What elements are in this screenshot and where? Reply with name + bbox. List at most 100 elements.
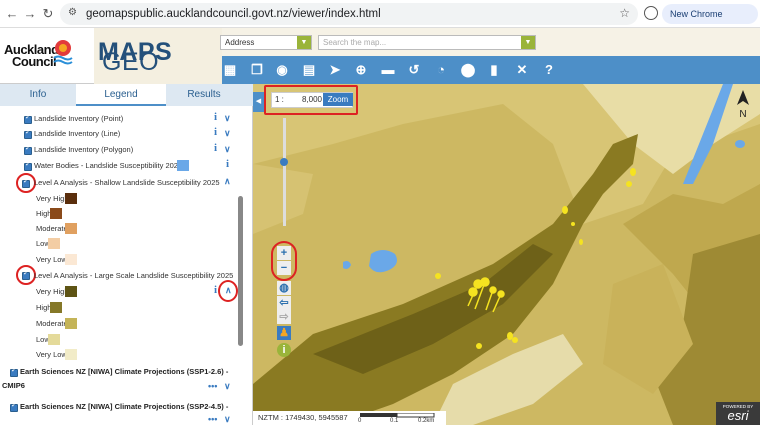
print-icon[interactable]: ▤: [301, 62, 317, 78]
class-label: Very High: [36, 287, 69, 296]
map-search-input[interactable]: Search the map... ▼: [318, 35, 536, 50]
help-icon[interactable]: ?: [541, 62, 557, 78]
class-label: Moderate: [36, 224, 68, 233]
next-extent-icon[interactable]: ⇨: [277, 310, 291, 324]
geomaps-logo: GEO MAPS: [94, 28, 222, 84]
class-label: Very High: [36, 194, 69, 203]
layer-checkbox[interactable]: [24, 128, 32, 139]
layer-label: Water Bodies - Landslide Susceptibility …: [34, 161, 183, 170]
locate-icon[interactable]: ⊕: [353, 62, 369, 78]
back-icon[interactable]: ←: [4, 6, 20, 22]
class-swatch: [50, 208, 62, 219]
layer-checkbox[interactable]: [24, 113, 32, 124]
chevron-down-icon[interactable]: ∨: [224, 381, 231, 392]
more-options-icon[interactable]: •••: [208, 414, 217, 424]
site-info-icon[interactable]: ⚙: [68, 7, 77, 18]
map-info-icon[interactable]: i: [277, 343, 291, 357]
north-arrow-icon: [737, 90, 749, 105]
chevron-up-icon[interactable]: ∧: [224, 176, 231, 187]
search-type-value: Address: [225, 38, 255, 47]
group-checkbox[interactable]: [10, 401, 18, 412]
class-swatch: [50, 302, 62, 313]
bookmark-icon[interactable]: ▮: [486, 62, 502, 78]
logo-line2: Council: [12, 54, 57, 69]
class-swatch: [65, 349, 77, 360]
scale-tick: 0: [358, 418, 362, 424]
class-label: Very Low: [36, 350, 67, 359]
globe-icon[interactable]: ◍: [277, 281, 291, 295]
address-bar[interactable]: ⚙ geomapspublic.aucklandcouncil.govt.nz/…: [60, 3, 638, 25]
esri-logo: POWERED BY esri: [716, 402, 760, 425]
search-dropdown-icon[interactable]: ▼: [521, 36, 535, 49]
basemap-icon[interactable]: ▦: [222, 62, 238, 78]
class-swatch: [65, 223, 77, 234]
highlight-circle: [218, 280, 238, 302]
layer-label: Level A Analysis - Shallow Landslide Sus…: [34, 178, 220, 187]
more-options-icon[interactable]: •••: [208, 381, 217, 391]
layer-label: Landslide Inventory (Point): [34, 114, 124, 123]
tools-icon[interactable]: ✕: [514, 62, 530, 78]
group-checkbox[interactable]: [10, 366, 18, 377]
url-text: geomapspublic.aucklandcouncil.govt.nz/vi…: [86, 8, 381, 20]
layers-icon[interactable]: ❐: [249, 62, 265, 78]
panel-scrollbar[interactable]: [238, 196, 243, 346]
group-label-line2: CMIP6: [2, 381, 25, 390]
reload-icon[interactable]: ↻: [40, 6, 56, 22]
rotate-icon[interactable]: ↺: [406, 62, 422, 78]
layer-checkbox[interactable]: [24, 160, 32, 171]
search-placeholder: Search the map...: [323, 38, 387, 47]
layer-checkbox[interactable]: [24, 144, 32, 155]
chevron-down-icon[interactable]: ∨: [224, 128, 231, 139]
previous-extent-icon[interactable]: ⇦: [277, 296, 291, 310]
info-icon[interactable]: i: [214, 284, 217, 296]
info-icon[interactable]: i: [226, 158, 229, 170]
chrome-update-button[interactable]: New Chrome available⋮: [662, 4, 758, 39]
info-icon[interactable]: i: [214, 126, 217, 138]
tab-info[interactable]: Info: [0, 84, 76, 106]
collapse-panel-button[interactable]: ◀: [253, 92, 264, 112]
north-label: N: [739, 109, 747, 120]
group-label: Earth Sciences NZ [NIWA] Climate Project…: [20, 367, 229, 376]
council-emblem-icon: [53, 40, 73, 65]
scale-tick: 0.2km: [418, 418, 435, 424]
water-swatch: [177, 160, 189, 171]
forward-icon[interactable]: →: [22, 6, 38, 22]
highlight-circle: [16, 173, 36, 193]
highlight-circle: [271, 241, 297, 281]
esri-label: esri: [727, 408, 749, 423]
class-label: Very Low: [36, 255, 67, 264]
class-swatch: [65, 193, 77, 204]
highlight-circle: [16, 265, 36, 285]
measure-icon[interactable]: ▬: [380, 62, 396, 78]
north-arrow: N: [736, 90, 750, 120]
select-icon[interactable]: ➤: [327, 62, 343, 78]
panel-tabs: Info Legend Results: [0, 84, 253, 106]
chevron-down-icon[interactable]: ▼: [297, 36, 311, 49]
pin-icon[interactable]: ⬤: [460, 62, 476, 78]
class-label: Moderate: [36, 319, 68, 328]
layer-label: Landslide Inventory (Polygon): [34, 145, 134, 154]
view-icon[interactable]: ◉: [274, 62, 290, 78]
search-type-select[interactable]: Address ▼: [220, 35, 312, 50]
chevron-down-icon[interactable]: ∨: [224, 144, 231, 155]
profile-icon[interactable]: [644, 6, 658, 20]
app-title-pre: GEO: [102, 48, 160, 76]
highlight-box: [264, 85, 358, 115]
chevron-down-icon[interactable]: ∨: [224, 113, 231, 124]
layer-label: Level A Analysis - Large Scale Landslide…: [34, 271, 234, 280]
class-swatch: [48, 238, 60, 249]
class-swatch: [65, 286, 77, 297]
scale-bar: 0 0.1 0.2km: [356, 411, 446, 425]
bookmark-star-icon[interactable]: ☆: [619, 6, 630, 20]
street-view-icon[interactable]: ♟: [277, 326, 291, 340]
info-icon[interactable]: i: [214, 111, 217, 123]
info-icon[interactable]: i: [214, 142, 217, 154]
zoom-slider-handle[interactable]: [280, 158, 288, 166]
chevron-down-icon[interactable]: ∨: [224, 414, 231, 425]
zoom-slider-track[interactable]: [283, 118, 286, 226]
tab-results[interactable]: Results: [166, 84, 242, 106]
tab-legend[interactable]: Legend: [76, 84, 166, 106]
class-swatch: [65, 318, 77, 329]
map-view[interactable]: [253, 84, 760, 425]
swipe-icon[interactable]: ◔: [433, 62, 449, 78]
